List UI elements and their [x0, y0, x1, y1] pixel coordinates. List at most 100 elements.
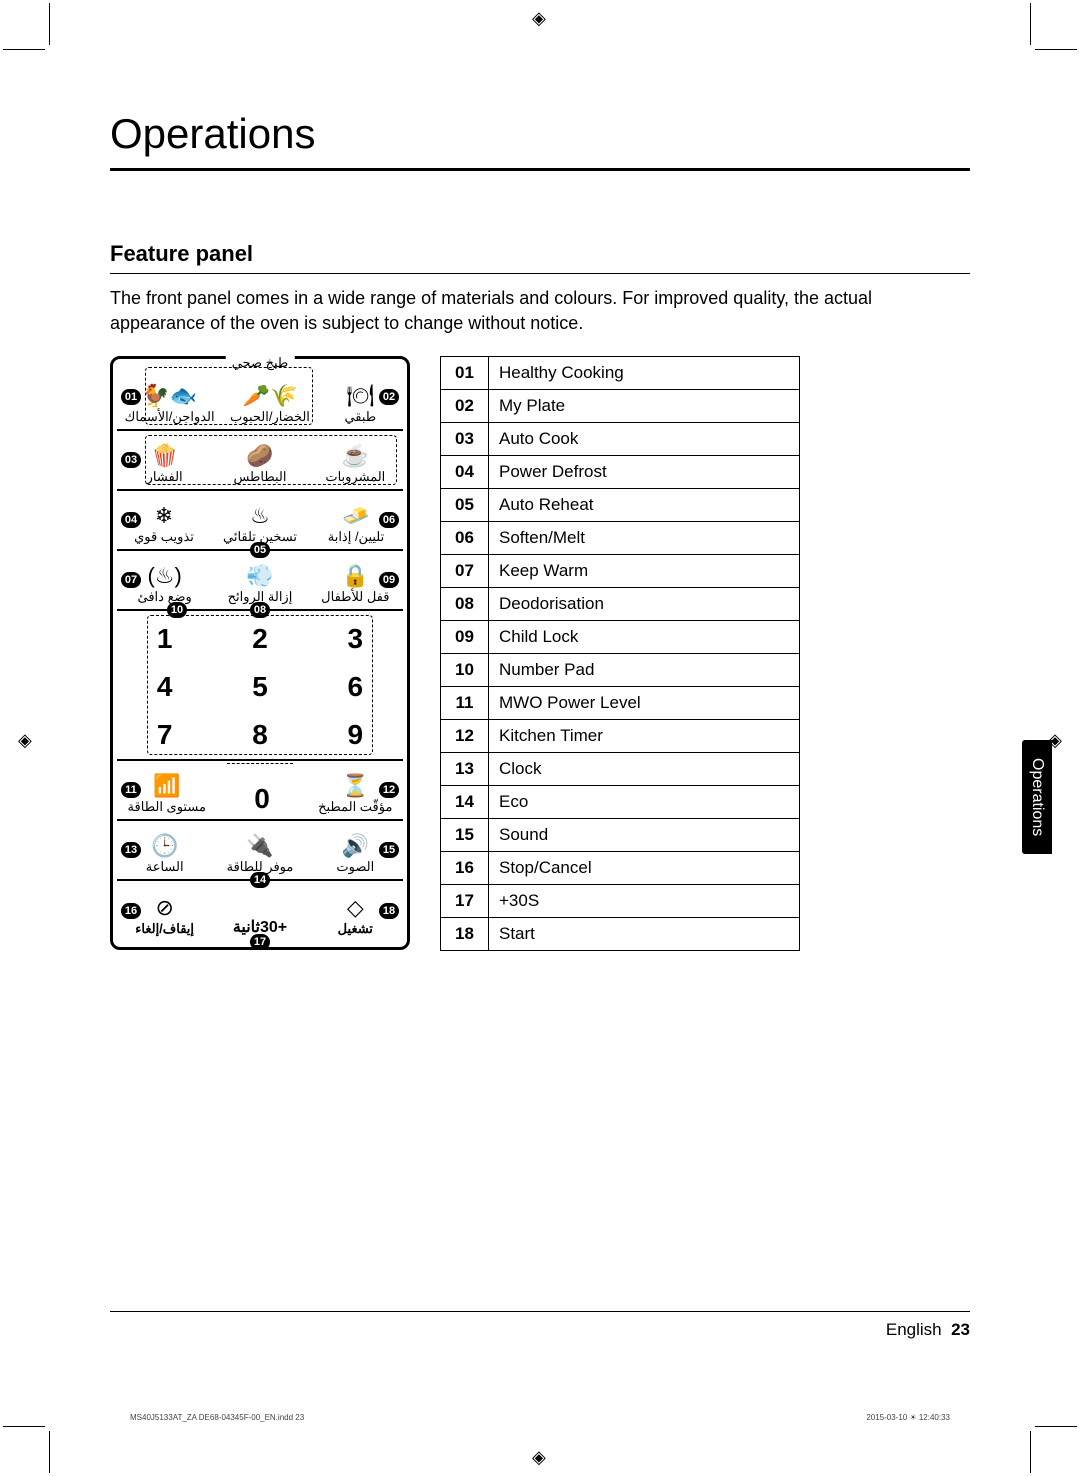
registration-mark-icon: ◈: [532, 8, 546, 29]
callout-16: 16: [121, 903, 141, 919]
footer-lang: English: [886, 1320, 942, 1339]
section-tab: Operations: [1022, 740, 1052, 854]
feature-panel-diagram: 01 طبخ صحي 🐓🐟الدواجن/الأسماك 🥕🌾الخضار/ال…: [110, 356, 410, 950]
feature-num: 16: [441, 852, 489, 885]
table-row: 05Auto Reheat: [441, 489, 800, 522]
callout-04: 04: [121, 512, 141, 528]
timer-icon: ⏳: [342, 775, 369, 797]
feature-label: Keep Warm: [489, 555, 800, 588]
stop-icon: ⊘: [155, 897, 173, 919]
defrost-icon: ❄: [155, 505, 173, 527]
label: الخضار/الحبوب: [230, 409, 310, 425]
digit-1: 1: [117, 615, 212, 663]
digit-5: 5: [212, 663, 307, 711]
callout-11: 11: [121, 782, 141, 798]
callout-03: 03: [121, 452, 141, 468]
table-row: 10Number Pad: [441, 654, 800, 687]
table-row: 12Kitchen Timer: [441, 720, 800, 753]
digit-9: 9: [308, 711, 403, 759]
digit-6: 6: [308, 663, 403, 711]
section-subtitle: Feature panel: [110, 241, 970, 274]
callout-18: 18: [379, 903, 399, 919]
feature-label: Deodorisation: [489, 588, 800, 621]
feature-num: 02: [441, 390, 489, 423]
deodor-icon: 💨: [246, 565, 273, 587]
dashed-link: [227, 763, 293, 815]
print-info-left: MS40J5133AT_ZA DE68-04345F-00_EN.indd 23: [130, 1413, 304, 1422]
feature-num: 11: [441, 687, 489, 720]
reheat-icon: ♨: [250, 505, 270, 527]
digit-8: 8: [212, 711, 307, 759]
footer-divider: [110, 1311, 970, 1312]
crop-mark: [1030, 3, 1031, 45]
feature-label: Auto Cook: [489, 423, 800, 456]
feature-num: 09: [441, 621, 489, 654]
feature-label: Number Pad: [489, 654, 800, 687]
start-icon: ◇: [347, 897, 364, 919]
crop-mark: [1035, 1426, 1077, 1427]
crop-mark: [3, 49, 45, 50]
callout-15: 15: [379, 842, 399, 858]
feature-num: 07: [441, 555, 489, 588]
registration-mark-icon: ◈: [532, 1447, 546, 1468]
table-row: 17+30S: [441, 885, 800, 918]
number-pad: 1 2 3 4 5 6 7 8 9: [117, 615, 403, 759]
eco-icon: 🔌: [246, 835, 273, 857]
callout-17: 17: [250, 934, 270, 950]
veg-icon: 🥕🌾: [243, 385, 298, 407]
feature-label: Soften/Melt: [489, 522, 800, 555]
lock-icon: 🔒: [342, 565, 369, 587]
feature-num: 18: [441, 918, 489, 951]
feature-label: Sound: [489, 819, 800, 852]
power-level-icon: 📶: [153, 775, 180, 797]
feature-num: 17: [441, 885, 489, 918]
feature-label: MWO Power Level: [489, 687, 800, 720]
digit-2: 2: [212, 615, 307, 663]
feature-label: Child Lock: [489, 621, 800, 654]
table-row: 04Power Defrost: [441, 456, 800, 489]
label: إيقاف/إلغاء: [135, 921, 194, 937]
label: الساعة: [146, 859, 184, 875]
feature-num: 05: [441, 489, 489, 522]
feature-num: 04: [441, 456, 489, 489]
digit-7: 7: [117, 711, 212, 759]
table-row: 02My Plate: [441, 390, 800, 423]
label: مؤقّت المطبخ: [318, 799, 392, 815]
crop-mark: [1030, 1431, 1031, 1473]
crop-mark: [49, 3, 50, 45]
label: طبقي: [344, 409, 376, 425]
feature-label: Start: [489, 918, 800, 951]
table-row: 15Sound: [441, 819, 800, 852]
feature-label: Auto Reheat: [489, 489, 800, 522]
table-row: 13Clock: [441, 753, 800, 786]
feature-num: 06: [441, 522, 489, 555]
feature-num: 01: [441, 357, 489, 390]
feature-label: Kitchen Timer: [489, 720, 800, 753]
digit-4: 4: [117, 663, 212, 711]
table-row: 08Deodorisation: [441, 588, 800, 621]
feature-label: Eco: [489, 786, 800, 819]
sound-icon: 🔊: [342, 835, 369, 857]
callout-06: 06: [379, 512, 399, 528]
feature-num: 13: [441, 753, 489, 786]
feature-label: My Plate: [489, 390, 800, 423]
feature-num: 08: [441, 588, 489, 621]
registration-mark-icon: ◈: [18, 730, 32, 751]
feature-num: 15: [441, 819, 489, 852]
feature-label: Healthy Cooking: [489, 357, 800, 390]
feature-label: Stop/Cancel: [489, 852, 800, 885]
intro-text: The front panel comes in a wide range of…: [110, 286, 970, 336]
label: تليين/ إذابة: [328, 529, 385, 545]
poultry-icon: 🐓🐟: [142, 385, 197, 407]
feature-num: 14: [441, 786, 489, 819]
feature-label: Power Defrost: [489, 456, 800, 489]
table-row: 14Eco: [441, 786, 800, 819]
print-info-right: 2015-03-10 ☀ 12:40:33: [866, 1413, 950, 1422]
feature-table: 01Healthy Cooking02My Plate03Auto Cook04…: [440, 356, 800, 951]
callout-07: 07: [121, 572, 141, 588]
label: قفل للأطفال: [321, 589, 389, 605]
crop-mark: [49, 1431, 50, 1473]
table-row: 18Start: [441, 918, 800, 951]
footer-page: 23: [951, 1320, 970, 1339]
crop-mark: [3, 1426, 45, 1427]
